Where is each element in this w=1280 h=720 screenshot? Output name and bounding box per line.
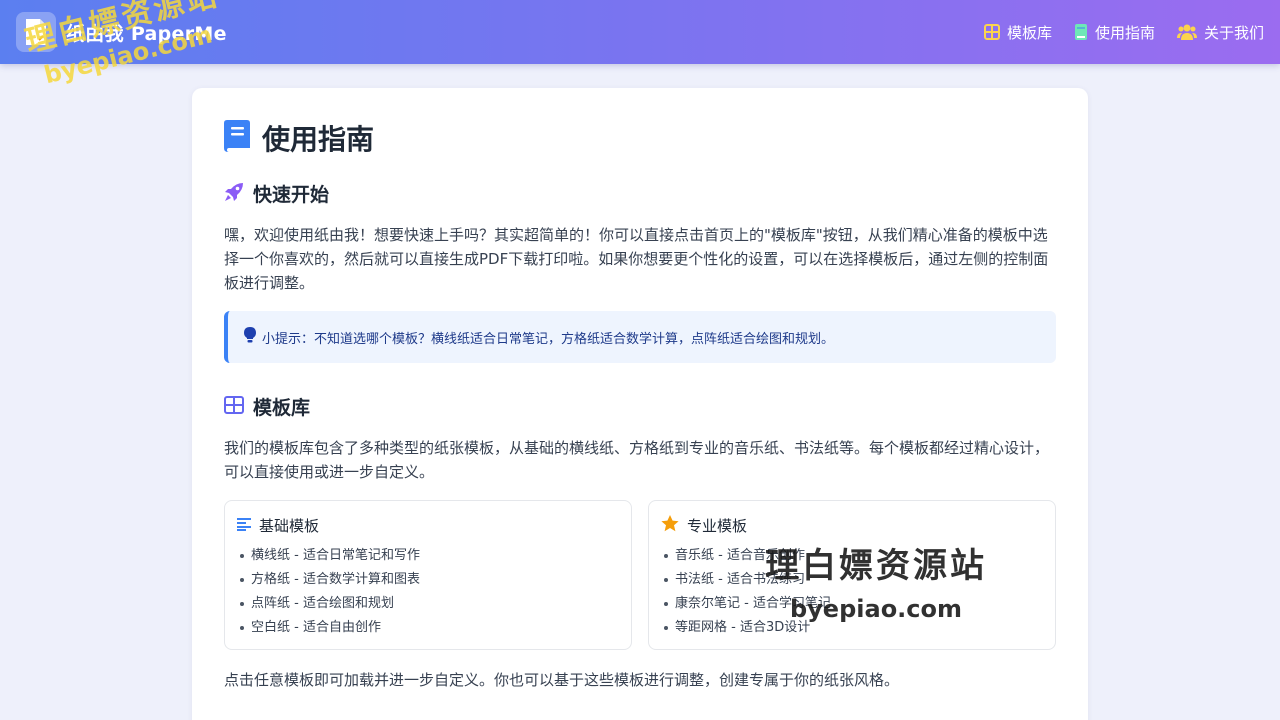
pro-templates-list: 音乐纸 - 适合音乐创作 书法纸 - 适合书法练习 康奈尔笔记 - 适合学习笔记… (661, 544, 1043, 640)
basic-templates-title: 基础模板 (259, 517, 320, 535)
main-nav: 模板库 使用指南 关于我们 (983, 22, 1264, 43)
quick-start-title: 快速开始 (253, 184, 330, 206)
pro-templates-card[interactable]: 专业模板 音乐纸 - 适合音乐创作 书法纸 - 适合书法练习 康奈尔笔记 - 适… (648, 500, 1056, 650)
list-item: 空白纸 - 适合自由创作 (237, 616, 619, 640)
list-item: 等距网格 - 适合3D设计 (661, 616, 1043, 640)
list-item: 方格纸 - 适合数学计算和图表 (237, 568, 619, 592)
page-title: 使用指南 (224, 118, 1056, 158)
tip-text: 小提示：不知道选哪个模板？横线纸适合日常笔记，方格纸适合数学计算，点阵纸适合绘图… (262, 331, 835, 347)
pro-templates-header: 专业模板 (661, 515, 1043, 536)
list-item: 康奈尔笔记 - 适合学习笔记 (661, 592, 1043, 616)
list-item: 横线纸 - 适合日常笔记和写作 (237, 544, 619, 568)
quick-start-heading: 快速开始 (224, 180, 1056, 207)
guide-card: 使用指南 快速开始 嘿，欢迎使用纸由我！想要快速上手吗？其实超简单的！你可以直接… (192, 88, 1088, 720)
star-icon (661, 515, 679, 536)
book-icon (224, 120, 250, 156)
list-item: 书法纸 - 适合书法练习 (661, 568, 1043, 592)
users-icon (1176, 24, 1197, 40)
nav-about[interactable]: 关于我们 (1176, 22, 1264, 43)
top-navbar: 纸由我 PaperMe 模板库 使用指南 关于我们 (0, 0, 1280, 64)
list-icon (237, 516, 251, 535)
grid-icon (983, 24, 1000, 40)
app-title: 纸由我 PaperMe (66, 22, 227, 45)
lightbulb-icon (244, 327, 256, 347)
library-text: 我们的模板库包含了多种类型的纸张模板，从基础的横线纸、方格纸到专业的音乐纸、书法… (224, 439, 1050, 481)
page-heading: 使用指南 (262, 123, 375, 156)
pro-templates-title: 专业模板 (687, 517, 748, 535)
basic-templates-list: 横线纸 - 适合日常笔记和写作 方格纸 - 适合数学计算和图表 点阵纸 - 适合… (237, 544, 619, 640)
library-footer-text: 点击任意模板即可加载并进一步自定义。你也可以基于这些模板进行调整，创建专属于你的… (224, 671, 900, 689)
nav-about-label: 关于我们 (1203, 23, 1264, 42)
grid-icon (224, 395, 244, 418)
nav-templates-label: 模板库 (1006, 23, 1052, 42)
document-icon (16, 12, 56, 52)
library-title: 模板库 (253, 397, 311, 419)
basic-templates-header: 基础模板 (237, 515, 619, 536)
brand[interactable]: 纸由我 PaperMe (16, 12, 227, 52)
library-heading: 模板库 (224, 393, 1056, 420)
book-icon (1074, 24, 1088, 40)
nav-guide-label: 使用指南 (1094, 23, 1155, 42)
rocket-icon (224, 182, 244, 206)
nav-templates[interactable]: 模板库 (983, 22, 1052, 43)
list-item: 音乐纸 - 适合音乐创作 (661, 544, 1043, 568)
list-item: 点阵纸 - 适合绘图和规划 (237, 592, 619, 616)
nav-guide[interactable]: 使用指南 (1074, 22, 1155, 43)
tip-box: 小提示：不知道选哪个模板？横线纸适合日常笔记，方格纸适合数学计算，点阵纸适合绘图… (224, 311, 1056, 363)
template-categories: 基础模板 横线纸 - 适合日常笔记和写作 方格纸 - 适合数学计算和图表 点阵纸… (224, 500, 1056, 650)
basic-templates-card[interactable]: 基础模板 横线纸 - 适合日常笔记和写作 方格纸 - 适合数学计算和图表 点阵纸… (224, 500, 632, 650)
quick-start-text: 嘿，欢迎使用纸由我！想要快速上手吗？其实超简单的！你可以直接点击首页上的"模板库… (224, 226, 1049, 292)
